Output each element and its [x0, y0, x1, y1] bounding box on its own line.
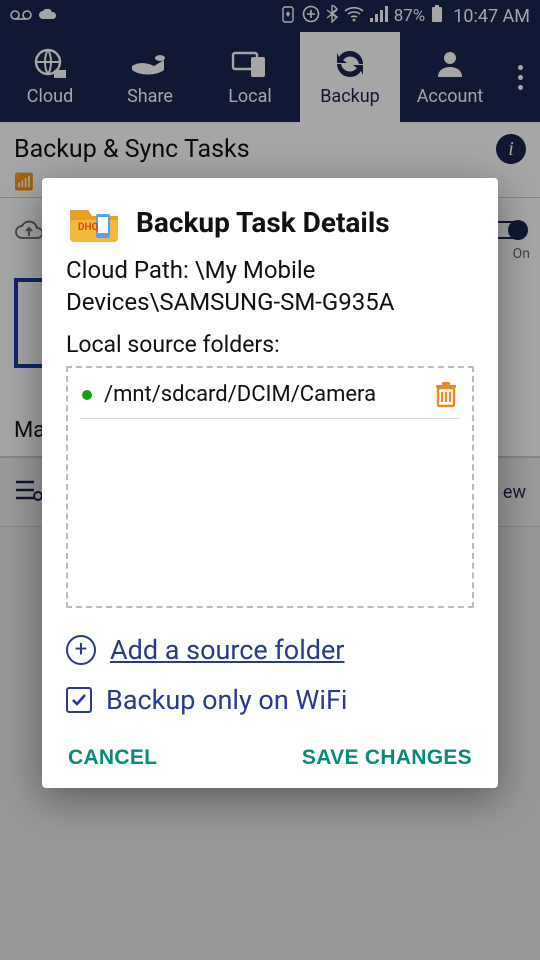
dialog-title: Backup Task Details: [136, 206, 474, 239]
cloud-path-label: Cloud Path:: [66, 256, 189, 284]
dhq-folder-icon: DHQ: [66, 200, 122, 244]
svg-text:DHQ: DHQ: [78, 222, 99, 233]
plus-circle-icon: +: [66, 635, 96, 665]
folder-path: /mnt/sdcard/DCIM/Camera: [104, 382, 422, 407]
add-source-label: Add a source folder: [110, 634, 344, 666]
status-dot-icon: [82, 390, 92, 400]
checkbox-checked-icon: [66, 687, 92, 713]
backup-task-dialog: DHQ Backup Task Details Cloud Path: \My …: [42, 178, 498, 788]
cloud-path: Cloud Path: \My Mobile Devices\SAMSUNG-S…: [66, 254, 474, 319]
source-folder-item[interactable]: /mnt/sdcard/DCIM/Camera: [80, 378, 460, 419]
wifi-only-label: Backup only on WiFi: [106, 684, 347, 716]
dialog-actions: CANCEL SAVE CHANGES: [66, 746, 474, 770]
save-changes-button[interactable]: SAVE CHANGES: [302, 746, 472, 770]
wifi-only-row[interactable]: Backup only on WiFi: [66, 684, 474, 716]
delete-folder-button[interactable]: [434, 382, 458, 408]
cancel-button[interactable]: CANCEL: [68, 746, 157, 770]
source-folders-box: /mnt/sdcard/DCIM/Camera: [66, 366, 474, 608]
local-sources-label: Local source folders:: [66, 331, 474, 358]
add-source-row[interactable]: + Add a source folder: [66, 634, 474, 666]
